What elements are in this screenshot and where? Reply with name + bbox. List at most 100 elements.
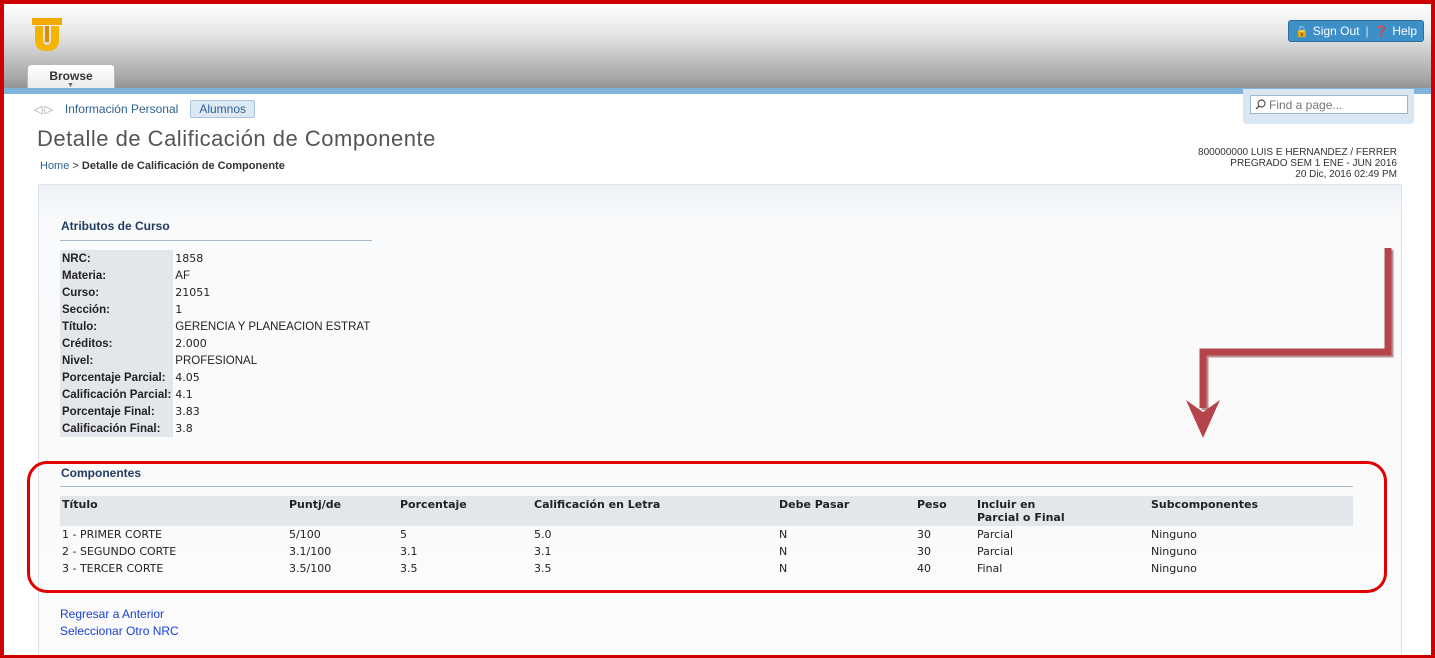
table-row: 1 - PRIMER CORTE 5/100 5 5.0 N 30 Parcial Ningu… xyxy=(60,526,1353,543)
col-incluir-line1: Incluir en xyxy=(977,498,1036,511)
select-other-nrc-link[interactable]: Seleccionar Otro NRC xyxy=(60,623,179,640)
footer-links: Regresar a Anterior Seleccionar Otro NRC xyxy=(60,606,179,640)
attribute-row: Título: GERENCIA Y PLANEACION ESTRAT xyxy=(60,318,372,335)
table-cell: Ninguno xyxy=(1151,545,1197,558)
table-cell: 30 xyxy=(917,528,931,541)
user-info: 800000000 LUIS E HERNANDEZ / FERRER PREG… xyxy=(1198,147,1397,180)
attribute-value: 3.8 xyxy=(175,422,193,435)
attribute-row: Calificación Parcial: 4.1 xyxy=(60,386,372,403)
breadcrumb-current: Detalle de Calificación de Componente xyxy=(81,160,285,172)
attribute-row: Curso: 21051 xyxy=(60,284,372,301)
table-cell: 5/100 xyxy=(289,528,321,541)
search-icon xyxy=(1255,99,1266,110)
attribute-label: Curso: xyxy=(60,284,174,301)
attribute-label: Calificación Parcial: xyxy=(60,386,174,403)
attribute-label: Materia: xyxy=(60,267,174,284)
col-calificacion-letra: Calificación en Letra xyxy=(532,496,777,526)
col-subcomponentes: Subcomponentes xyxy=(1149,496,1353,526)
attributes-section-title: Atributos de Curso xyxy=(61,219,170,233)
attribute-row: Porcentaje Parcial: 4.05 xyxy=(60,369,372,386)
nav-informacion-personal[interactable]: Información Personal xyxy=(65,102,178,116)
table-cell: N xyxy=(779,528,788,541)
attribute-label: Nivel: xyxy=(60,352,174,369)
col-puntj: Puntj/de xyxy=(287,496,398,526)
table-cell: 40 xyxy=(917,562,931,575)
table-row: 2 - SEGUNDO CORTE 3.1/100 3.1 3.1 N 30 Parcial… xyxy=(60,543,1353,560)
attribute-label: Calificación Final: xyxy=(60,420,174,437)
back-link[interactable]: Regresar a Anterior xyxy=(60,606,179,623)
table-cell: 1 - PRIMER CORTE xyxy=(62,528,162,541)
attribute-value: 4.1 xyxy=(175,388,193,401)
table-cell: 30 xyxy=(917,545,931,558)
attribute-value: PROFESIONAL xyxy=(175,354,258,367)
header-divider xyxy=(4,88,1431,94)
university-logo xyxy=(32,18,62,51)
table-cell: 3 - TERCER CORTE xyxy=(62,562,164,575)
user-term: PREGRADO SEM 1 ENE - JUN 2016 xyxy=(1230,158,1397,169)
find-page-box: Find a page... xyxy=(1243,89,1414,124)
breadcrumb: Home > Detalle de Calificación de Compon… xyxy=(40,160,285,172)
attribute-value: 4.05 xyxy=(175,371,200,384)
user-name: 800000000 LUIS E HERNANDEZ / FERRER xyxy=(1198,147,1397,158)
table-cell: Final xyxy=(977,562,1003,575)
user-timestamp: 20 Dic, 2016 02:49 PM xyxy=(1295,169,1397,180)
components-rule xyxy=(60,486,1353,487)
help-icon: ❓ xyxy=(1374,25,1389,38)
attribute-row: Materia: AF xyxy=(60,267,372,284)
components-table: Título Puntj/de Porcentaje Calificación … xyxy=(60,496,1353,577)
attribute-row: Calificación Final: 3.8 xyxy=(60,420,372,437)
app-header: 🔒 Sign Out | ❓ Help Browse ▼ xyxy=(4,4,1431,91)
nav-alumnos[interactable]: Alumnos xyxy=(190,100,255,118)
components-section-title: Componentes xyxy=(61,466,142,480)
browse-tab[interactable]: Browse ▼ xyxy=(27,64,115,91)
separator: | xyxy=(1365,24,1369,38)
search-input[interactable]: Find a page... xyxy=(1250,95,1408,114)
attribute-row: Nivel: PROFESIONAL xyxy=(60,352,372,369)
attribute-row: Créditos: 2.000 xyxy=(60,335,372,352)
table-cell: Parcial xyxy=(977,545,1014,558)
attribute-label: Porcentaje Parcial: xyxy=(60,369,174,386)
table-cell: 3.5 xyxy=(534,562,552,575)
attribute-label: Créditos: xyxy=(60,335,174,352)
table-cell: 2 - SEGUNDO CORTE xyxy=(62,545,177,558)
attribute-value: 2.000 xyxy=(175,337,207,350)
col-incluir-line2: Parcial o Final xyxy=(977,511,1065,524)
breadcrumb-nav: ◁▷ Información Personal Alumnos xyxy=(34,99,255,119)
attribute-label: Porcentaje Final: xyxy=(60,403,174,420)
attribute-row: Sección: 1 xyxy=(60,301,372,318)
nav-arrows-icon[interactable]: ◁▷ xyxy=(34,103,55,116)
attribute-value: GERENCIA Y PLANEACION ESTRAT xyxy=(175,320,371,333)
table-cell: 5 xyxy=(400,528,407,541)
table-cell: N xyxy=(779,562,788,575)
col-titulo: Título xyxy=(60,496,287,526)
attribute-row: Porcentaje Final: 3.83 xyxy=(60,403,372,420)
attribute-value: 21051 xyxy=(175,286,211,299)
help-link[interactable]: Help xyxy=(1392,24,1417,38)
components-header-row: Título Puntj/de Porcentaje Calificación … xyxy=(60,496,1353,526)
table-cell: Ninguno xyxy=(1151,562,1197,575)
table-cell: 3.5/100 xyxy=(289,562,332,575)
table-cell: 5.0 xyxy=(534,528,552,541)
attribute-row: NRC: 1858 xyxy=(60,250,372,267)
top-button-group: 🔒 Sign Out | ❓ Help xyxy=(1288,20,1424,42)
page-title: Detalle de Calificación de Componente xyxy=(37,126,436,151)
table-cell: 3.1/100 xyxy=(289,545,332,558)
col-incluir: Incluir en Parcial o Final xyxy=(975,496,1149,526)
table-row: 3 - TERCER CORTE 3.5/100 3.5 3.5 N 40 Final Nin… xyxy=(60,560,1353,577)
table-cell: 3.1 xyxy=(400,545,418,558)
lock-icon: 🔒 xyxy=(1295,25,1309,38)
attribute-value: 3.83 xyxy=(175,405,200,418)
table-cell: 3.1 xyxy=(534,545,552,558)
col-peso: Peso xyxy=(915,496,975,526)
table-cell: Ninguno xyxy=(1151,528,1197,541)
breadcrumb-home[interactable]: Home xyxy=(40,160,69,172)
search-placeholder: Find a page... xyxy=(1269,97,1343,112)
attributes-table: NRC: 1858 Materia: AF Curso: 21051 Sección: 1 Tí… xyxy=(60,250,372,437)
table-cell: 3.5 xyxy=(400,562,418,575)
sign-out-link[interactable]: Sign Out xyxy=(1313,24,1360,38)
breadcrumb-separator: > xyxy=(72,160,79,172)
table-cell: N xyxy=(779,545,788,558)
attribute-value: 1 xyxy=(175,303,183,316)
attribute-label: NRC: xyxy=(60,250,174,267)
attribute-label: Sección: xyxy=(60,301,174,318)
